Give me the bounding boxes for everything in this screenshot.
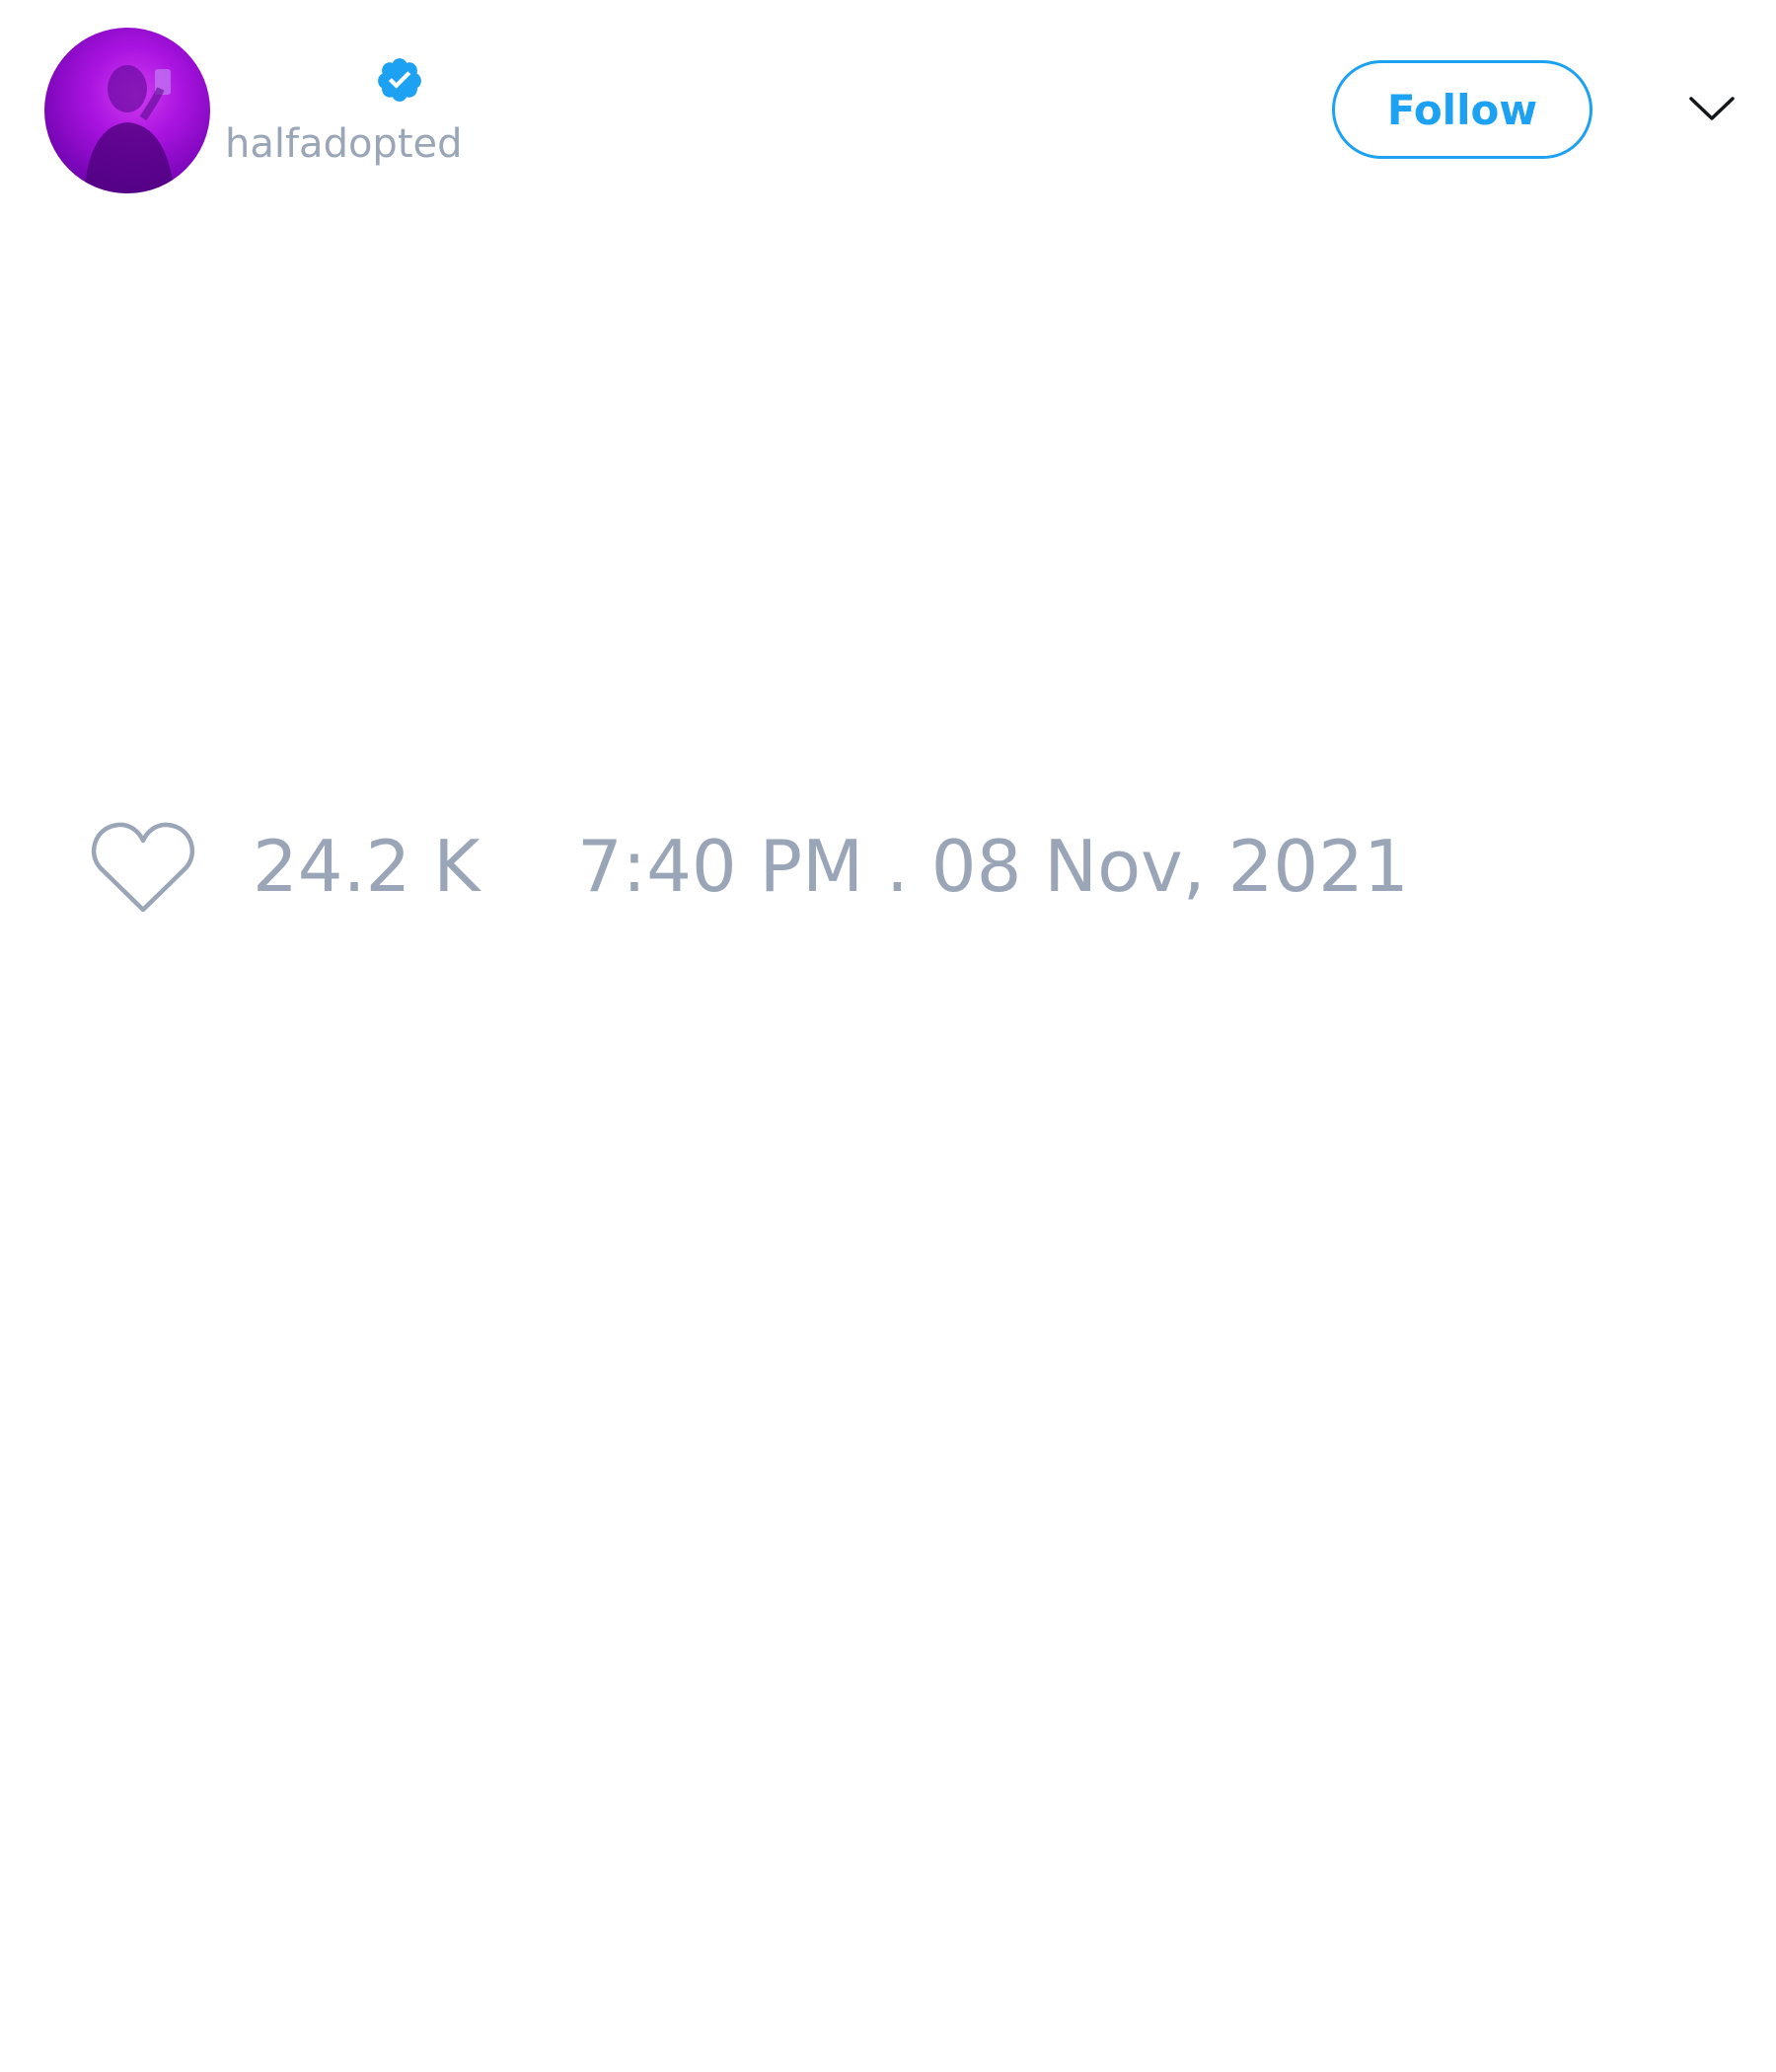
verified-badge-icon xyxy=(378,58,421,102)
follow-button[interactable]: Follow xyxy=(1332,60,1592,159)
author-handle[interactable]: halfadopted xyxy=(225,124,463,164)
tweet-footer: 24.2 K 7:40 PM . 08 Nov, 2021 xyxy=(0,819,1776,927)
chevron-down-icon[interactable] xyxy=(1687,89,1737,128)
avatar[interactable] xyxy=(44,28,210,193)
tweet-timestamp[interactable]: 7:40 PM . 08 Nov, 2021 xyxy=(577,831,1409,902)
avatar-photo xyxy=(84,65,175,193)
heart-icon[interactable] xyxy=(89,819,197,918)
like-count: 24.2 K xyxy=(253,825,481,908)
tweet-header: halfadopted Follow xyxy=(0,0,1776,227)
